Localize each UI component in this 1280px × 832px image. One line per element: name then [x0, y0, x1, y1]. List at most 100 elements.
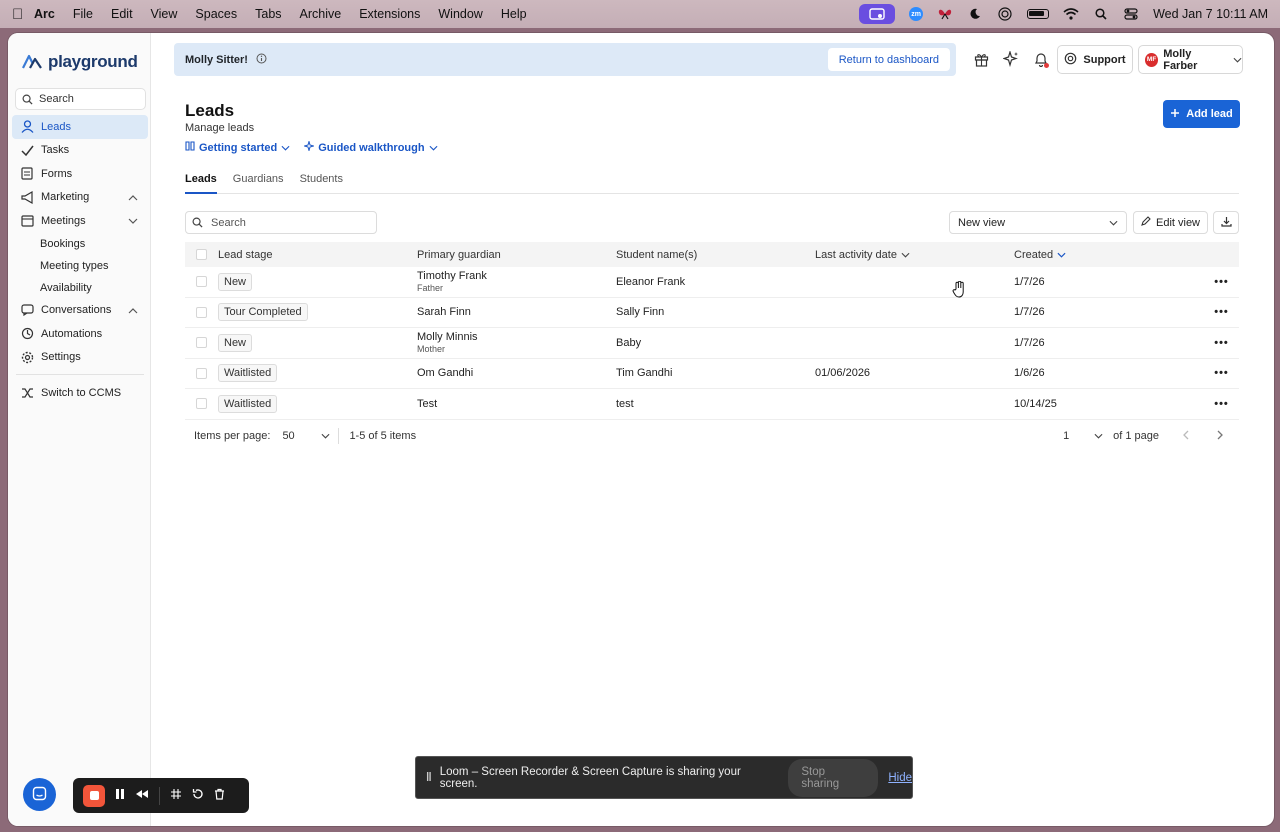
prev-page-icon[interactable]: [1183, 430, 1189, 443]
row-more-button[interactable]: •••: [1204, 276, 1239, 288]
hide-link[interactable]: Hide: [888, 772, 912, 784]
chat-launcher-button[interactable]: [23, 778, 56, 811]
guided-walkthrough-link[interactable]: Guided walkthrough: [302, 139, 438, 154]
menu-file[interactable]: File: [73, 7, 93, 21]
sidebar-item-marketing[interactable]: Marketing: [12, 186, 148, 210]
sidebar-item-forms[interactable]: Forms: [12, 162, 148, 186]
getting-started-link[interactable]: Getting started: [185, 141, 290, 154]
sidebar-item-meetings[interactable]: Meetings: [12, 209, 148, 233]
menu-view[interactable]: View: [151, 7, 178, 21]
support-button[interactable]: Support: [1057, 45, 1133, 74]
tab-leads[interactable]: Leads: [185, 173, 217, 194]
items-per-page-select[interactable]: 50: [282, 430, 330, 442]
row-checkbox[interactable]: [196, 398, 207, 410]
sidebar-item-bookings[interactable]: Bookings: [12, 233, 148, 255]
menubar-clock[interactable]: Wed Jan 7 10:11 AM: [1153, 7, 1268, 21]
page-number-select[interactable]: 1: [1063, 430, 1103, 442]
column-header-lead-stage[interactable]: Lead stage: [218, 249, 417, 261]
menu-window[interactable]: Window: [438, 7, 482, 21]
stop-sharing-button[interactable]: Stop sharing: [788, 758, 879, 797]
brand-logo[interactable]: playground: [22, 52, 138, 72]
tab-students[interactable]: Students: [300, 173, 343, 194]
view-select[interactable]: New view: [949, 211, 1127, 234]
stop-recording-button[interactable]: [83, 784, 105, 807]
item-range: 1-5 of 5 items: [349, 430, 417, 442]
guardian-name[interactable]: Om Gandhi: [417, 367, 616, 379]
select-all-checkbox[interactable]: [196, 249, 207, 260]
zoom-icon[interactable]: zm: [909, 7, 924, 21]
sidebar-item-availability[interactable]: Availability: [12, 277, 148, 299]
stop-icon: [89, 791, 99, 800]
table-search-input[interactable]: Search: [185, 211, 377, 234]
guardian-name[interactable]: Molly Minnis: [417, 331, 616, 343]
rewind-icon[interactable]: [135, 789, 149, 802]
butterfly-icon[interactable]: [937, 7, 953, 21]
row-more-button[interactable]: •••: [1204, 337, 1239, 349]
info-icon[interactable]: [256, 53, 267, 67]
edit-view-button[interactable]: Edit view: [1133, 211, 1208, 234]
row-checkbox[interactable]: [196, 276, 207, 288]
row-more-button[interactable]: •••: [1204, 367, 1239, 379]
sidebar-item-switch-ccms[interactable]: Switch to CCMS: [12, 381, 148, 405]
menu-app-name[interactable]: Arc: [34, 7, 55, 21]
tab-guardians[interactable]: Guardians: [233, 173, 284, 194]
sparkle-icon[interactable]: [1003, 50, 1019, 68]
notification-bell-icon[interactable]: [1033, 50, 1049, 68]
table-row[interactable]: Waitlisted Test test 10/14/25 •••: [185, 389, 1239, 420]
column-header-last-activity[interactable]: Last activity date: [815, 249, 1014, 261]
sidebar-item-settings[interactable]: Settings: [12, 346, 148, 370]
sidebar-item-automations[interactable]: Automations: [12, 322, 148, 346]
column-header-created[interactable]: Created: [1014, 249, 1204, 261]
apple-icon[interactable]: : [12, 6, 34, 23]
airdrop-icon[interactable]: [997, 7, 1013, 21]
guardian-name[interactable]: Timothy Frank: [417, 270, 616, 282]
sidebar-item-meeting-types[interactable]: Meeting types: [12, 255, 148, 277]
row-more-button[interactable]: •••: [1204, 398, 1239, 410]
spotlight-search-icon[interactable]: [1093, 7, 1109, 21]
menu-edit[interactable]: Edit: [111, 7, 133, 21]
guardian-cell: Om Gandhi: [417, 367, 616, 379]
menu-archive[interactable]: Archive: [300, 7, 342, 21]
row-more-button[interactable]: •••: [1204, 306, 1239, 318]
table-row[interactable]: Tour Completed Sarah Finn Sally Finn 1/7…: [185, 298, 1239, 328]
menu-spaces[interactable]: Spaces: [195, 7, 237, 21]
download-button[interactable]: [1213, 211, 1239, 234]
guardian-name[interactable]: Test: [417, 398, 616, 410]
table-row[interactable]: New Molly Minnis Mother Baby 1/7/26 •••: [185, 328, 1239, 359]
row-checkbox[interactable]: [196, 367, 207, 379]
menu-help[interactable]: Help: [501, 7, 527, 21]
pause-icon[interactable]: [115, 788, 125, 803]
return-to-dashboard-button[interactable]: Return to dashboard: [827, 48, 950, 71]
row-checkbox[interactable]: [196, 306, 207, 318]
table-row[interactable]: Waitlisted Om Gandhi Tim Gandhi 01/06/20…: [185, 359, 1239, 389]
control-center-icon[interactable]: [1123, 7, 1139, 21]
drag-handle-icon[interactable]: ‖: [426, 772, 432, 784]
row-checkbox[interactable]: [196, 337, 207, 349]
gift-icon[interactable]: [973, 50, 989, 68]
table-row[interactable]: New Timothy Frank Father Eleanor Frank 1/…: [185, 267, 1239, 298]
user-menu-button[interactable]: MF Molly Farber: [1138, 45, 1243, 74]
chevron-up-icon[interactable]: [128, 192, 138, 204]
menu-tabs[interactable]: Tabs: [255, 7, 281, 21]
add-lead-button[interactable]: Add lead: [1163, 100, 1240, 128]
trash-icon[interactable]: [214, 788, 225, 803]
menu-extensions[interactable]: Extensions: [359, 7, 420, 21]
column-header-primary-guardian[interactable]: Primary guardian: [417, 249, 616, 261]
sidebar-item-leads[interactable]: Leads: [12, 115, 148, 139]
wifi-icon[interactable]: [1063, 7, 1079, 21]
user-name: Molly Farber: [1163, 47, 1198, 72]
grid-icon[interactable]: [170, 788, 182, 803]
sidebar-item-tasks[interactable]: Tasks: [12, 139, 148, 163]
guardian-name[interactable]: Sarah Finn: [417, 306, 616, 318]
screen-recording-icon[interactable]: [859, 4, 896, 24]
form-icon: [20, 167, 34, 181]
chevron-up-icon[interactable]: [128, 305, 138, 317]
next-page-icon[interactable]: [1217, 430, 1223, 443]
sidebar-item-conversations[interactable]: Conversations: [12, 299, 148, 323]
sidebar-search-input[interactable]: Search: [15, 88, 146, 110]
column-header-student-names[interactable]: Student name(s): [616, 249, 815, 261]
battery-icon[interactable]: [1027, 9, 1050, 19]
chevron-down-icon[interactable]: [128, 215, 138, 227]
moon-icon[interactable]: [967, 7, 983, 21]
restart-icon[interactable]: [192, 788, 204, 803]
